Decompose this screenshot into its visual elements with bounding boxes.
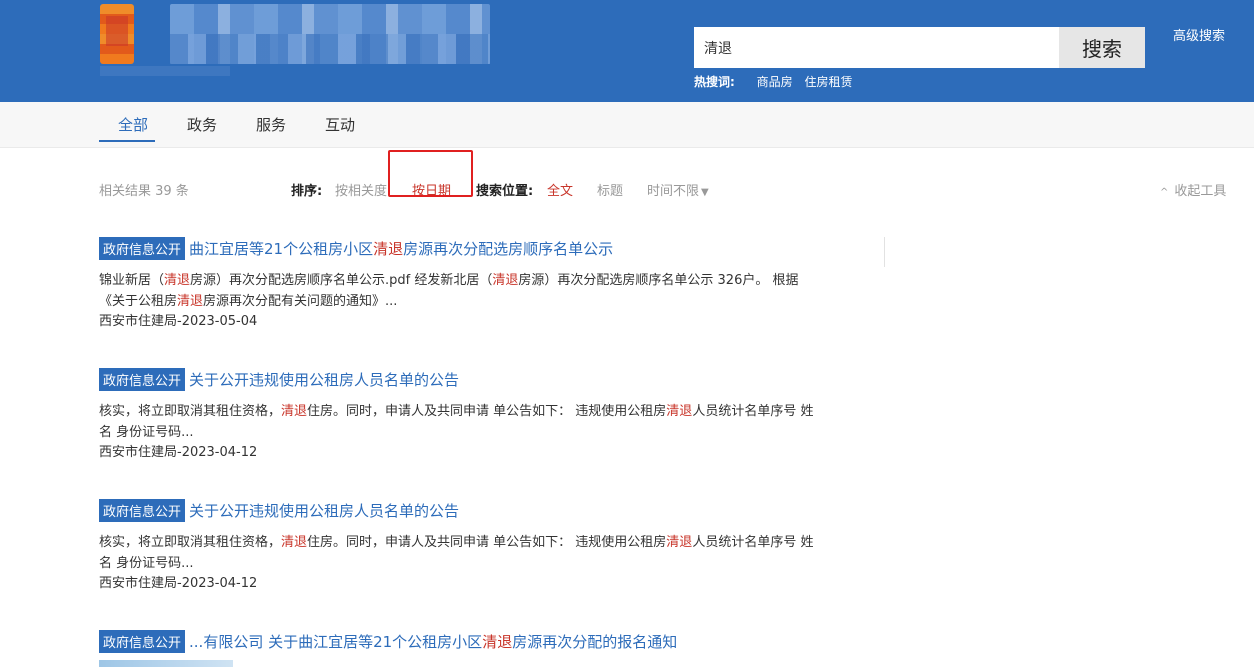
emblem-icon (100, 4, 134, 64)
time-filter-dropdown[interactable]: 时间不限 ▼ (647, 180, 709, 199)
advanced-search-link[interactable]: 高级搜索 (1173, 25, 1225, 44)
caret-down-icon: ▼ (701, 187, 709, 198)
result-source-date: 西安市住建局-2023-05-04 (99, 314, 258, 329)
result-badge: 政府信息公开 (99, 499, 186, 522)
result-badge: 政府信息公开 (99, 630, 186, 653)
result-title-link[interactable]: 关于公开违规使用公租房人员名单的公告 (189, 502, 459, 520)
result-title-link[interactable]: ...有限公司 关于曲江宜居等21个公租房小区清退房源再次分配的报名通知 (189, 633, 677, 651)
collapse-tools-label: 收起工具 (1174, 184, 1227, 199)
result-item: 政府信息公开 ...有限公司 关于曲江宜居等21个公租房小区清退房源再次分配的报名… (99, 630, 819, 653)
time-filter-label: 时间不限 (647, 184, 700, 199)
sort-label: 排序: (291, 184, 323, 199)
search-input[interactable] (694, 27, 1060, 68)
collapse-tools-button[interactable]: ^ 收起工具 (1160, 180, 1226, 199)
site-title-blurred (170, 4, 490, 64)
category-tabs: 全部 政务 服务 互动 (0, 102, 1254, 148)
result-item: 政府信息公开 曲江宜居等21个公租房小区清退房源再次分配选房顺序名单公示 锦业新居… (99, 237, 819, 332)
result-source-date: 西安市住建局-2023-04-12 (99, 445, 258, 460)
result-title-link[interactable]: 曲江宜居等21个公租房小区清退房源再次分配选房顺序名单公示 (189, 240, 613, 258)
tab-services[interactable]: 服务 (256, 114, 286, 135)
result-source-date: 西安市住建局-2023-04-12 (99, 576, 258, 591)
hot-word-link[interactable]: 商品房 (757, 75, 793, 89)
result-badge: 政府信息公开 (99, 368, 186, 391)
tab-interaction[interactable]: 互动 (325, 114, 355, 135)
result-snippet: 核实，将立即取消其租住资格，清退住房。同时，申请人及共同申请 单公告如下： 违规… (99, 535, 814, 571)
position-full-text[interactable]: 全文 (547, 180, 573, 199)
annotation-highlight-box (388, 150, 473, 197)
result-item: 政府信息公开 关于公开违规使用公租房人员名单的公告 核实，将立即取消其租住资格，清… (99, 368, 819, 463)
hot-words-label: 热搜词: (694, 75, 735, 89)
site-header: 搜索 热搜词: 商品房 住房租赁 高级搜索 (0, 0, 1254, 102)
tab-all[interactable]: 全部 (118, 114, 148, 135)
tab-government-affairs[interactable]: 政务 (187, 114, 217, 135)
result-snippet: 核实，将立即取消其租住资格，清退住房。同时，申请人及共同申请 单公告如下： 违规… (99, 404, 814, 440)
site-subtitle-blurred (100, 66, 230, 76)
sort-by-relevance[interactable]: 按相关度 (335, 180, 387, 199)
search-tools: 相关结果 39 条 排序: 按相关度 按日期 搜索位置: 全文 标题 时间不限 ▼… (0, 148, 1254, 218)
result-thumbnail[interactable] (99, 660, 233, 667)
result-item: 政府信息公开 关于公开违规使用公租房人员名单的公告 核实，将立即取消其租住资格，清… (99, 499, 819, 594)
site-logo[interactable] (100, 4, 490, 76)
hot-words: 热搜词: 商品房 住房租赁 (694, 73, 861, 90)
result-snippet: 锦业新居（清退房源）再次分配选房顺序名单公示.pdf 经发新北居（清退房源）再次… (99, 273, 799, 309)
result-badge: 政府信息公开 (99, 237, 186, 260)
hot-word-link[interactable]: 住房租赁 (804, 75, 852, 89)
column-divider (884, 237, 885, 267)
search-position-label: 搜索位置: (476, 184, 534, 199)
result-count: 相关结果 39 条 (99, 184, 189, 199)
search-box (694, 27, 1060, 68)
position-title[interactable]: 标题 (597, 180, 623, 199)
chevron-up-icon: ^ (1160, 187, 1169, 198)
active-tab-indicator (99, 140, 155, 142)
result-title-link[interactable]: 关于公开违规使用公租房人员名单的公告 (189, 371, 459, 389)
search-button[interactable]: 搜索 (1059, 27, 1145, 68)
